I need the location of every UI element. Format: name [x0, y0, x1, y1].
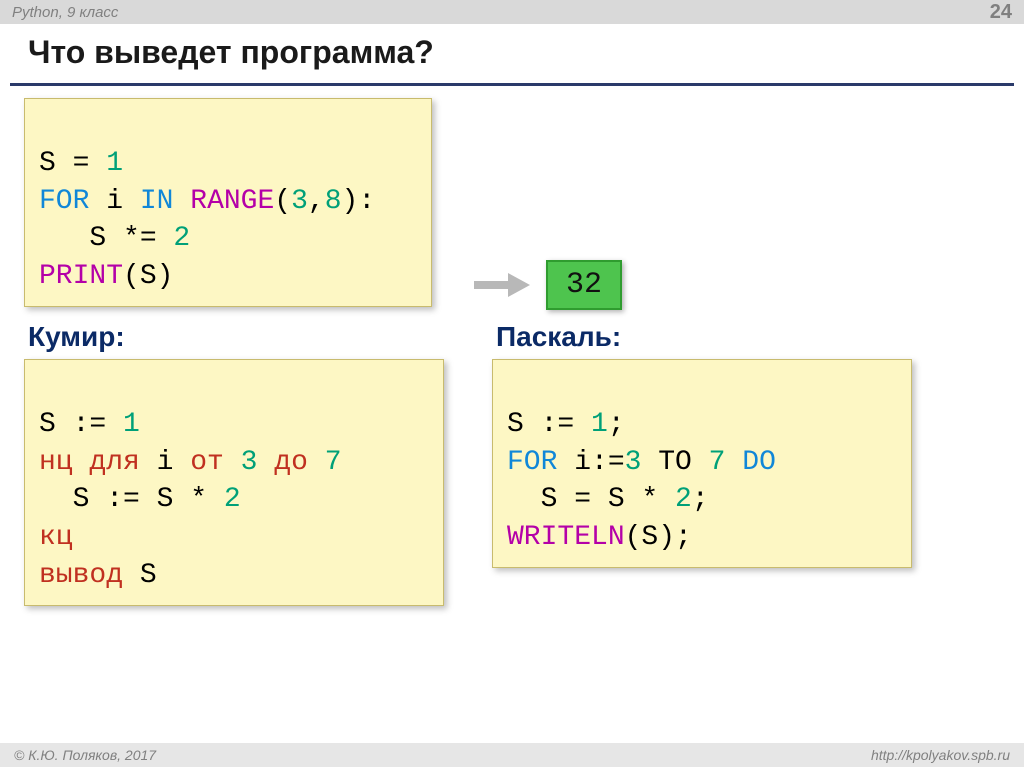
code-line: PRINT(S) [39, 261, 173, 292]
code-line: FOR i:=3 TO 7 DO [507, 447, 776, 478]
code-line: WRITELN(S); [507, 522, 692, 553]
kumir-column: Кумир: S := 1 нц для i от 3 до 7 S := S … [24, 307, 444, 606]
pascal-column: Паскаль: S := 1; FOR i:=3 TO 7 DO S = S … [492, 307, 912, 568]
slide-header: Python, 9 класс 24 [0, 0, 1024, 24]
code-line: S = 1 [39, 148, 123, 179]
footer-url: http://kpolyakov.spb.ru [871, 747, 1010, 763]
python-code: S = 1 FOR i IN RANGE(3,8): S *= 2 PRINT(… [24, 98, 432, 307]
code-line: кц [39, 522, 73, 553]
translations-row: Кумир: S := 1 нц для i от 3 до 7 S := S … [24, 307, 1000, 606]
page-number: 24 [990, 1, 1012, 24]
header-subject: Python, 9 класс [12, 4, 990, 21]
pascal-code: S := 1; FOR i:=3 TO 7 DO S = S * 2; WRIT… [492, 359, 912, 568]
copyright-text: © К.Ю. Поляков, 2017 [14, 747, 156, 763]
code-line: S := 1 [39, 409, 140, 440]
arrow-right-icon [472, 271, 532, 299]
title-area: Что выведет программа? [0, 24, 1024, 75]
answer-box: 32 [546, 260, 622, 310]
code-line: FOR i IN RANGE(3,8): [39, 186, 375, 217]
code-line: S = S * 2; [507, 484, 709, 515]
kumir-code: S := 1 нц для i от 3 до 7 S := S * 2 кц … [24, 359, 444, 606]
page-title: Что выведет программа? [28, 34, 996, 71]
code-line: нц для i от 3 до 7 [39, 447, 342, 478]
code-line: S := 1; [507, 409, 625, 440]
slide-footer: © К.Ю. Поляков, 2017 http://kpolyakov.sp… [0, 743, 1024, 767]
pascal-heading: Паскаль: [496, 321, 912, 353]
code-line: S := S * 2 [39, 484, 241, 515]
content: S = 1 FOR i IN RANGE(3,8): S *= 2 PRINT(… [0, 86, 1024, 606]
code-line: вывод S [39, 560, 157, 591]
code-line: S *= 2 [39, 223, 190, 254]
answer-row: 32 [458, 260, 622, 310]
kumir-heading: Кумир: [28, 321, 444, 353]
